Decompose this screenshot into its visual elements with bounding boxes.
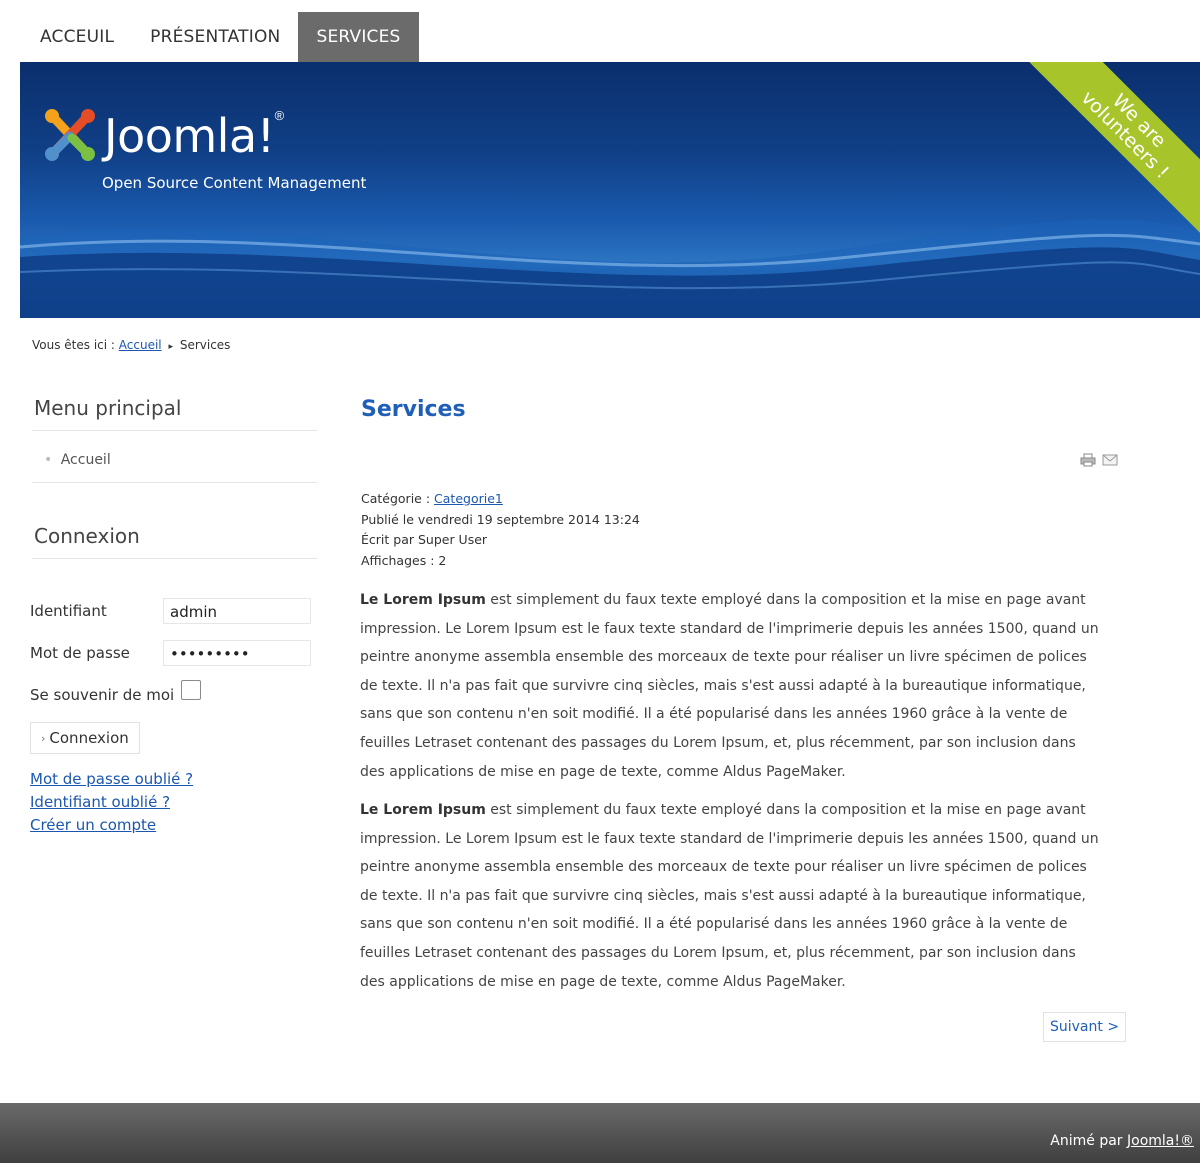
breadcrumb-home-link[interactable]: Accueil xyxy=(119,338,162,352)
create-account-link[interactable]: Créer un compte xyxy=(30,816,156,834)
article-hits: Affichages : 2 xyxy=(361,553,447,568)
article-author: Écrit par Super User xyxy=(361,532,488,547)
next-button[interactable]: Suivant > xyxy=(1043,1012,1127,1042)
connexion-title: Connexion xyxy=(34,524,140,548)
joomla-logo[interactable]: Joomla! ® xyxy=(42,106,284,166)
breadcrumb-prefix: Vous êtes ici : xyxy=(32,338,115,352)
category-label: Catégorie : xyxy=(361,491,431,506)
forgot-username-link[interactable]: Identifiant oublié ? xyxy=(30,793,170,811)
menu-principal-title: Menu principal xyxy=(34,396,182,420)
connexion-divider xyxy=(32,558,317,559)
nav-tab-accueil[interactable]: ACCEUIL xyxy=(22,12,132,62)
sidebar-item-accueil[interactable]: • Accueil xyxy=(44,452,111,468)
bullet-icon: • xyxy=(44,452,53,468)
footer-credit: Animé par Joomla!® xyxy=(1050,1133,1194,1149)
sidebar-item-label: Accueil xyxy=(60,452,111,468)
remember-checkbox[interactable] xyxy=(181,680,201,700)
chevron-right-icon: › xyxy=(41,731,46,745)
article-published: Publié le vendredi 19 septembre 2014 13:… xyxy=(361,512,640,527)
article-category: Catégorie : Categorie1 xyxy=(361,491,503,506)
print-icon[interactable] xyxy=(1080,453,1096,467)
article-paragraph: Le Lorem Ipsum est simplement du faux te… xyxy=(360,586,1100,786)
username-input[interactable]: admin xyxy=(163,598,311,624)
logo-registered: ® xyxy=(274,108,285,123)
menu-item-divider xyxy=(32,482,317,483)
nav-tab-services[interactable]: SERVICES xyxy=(298,12,419,62)
nav-tab-presentation[interactable]: PRÉSENTATION xyxy=(132,12,298,62)
logo-tagline: Open Source Content Management xyxy=(102,174,367,192)
breadcrumb: Vous êtes ici : Accueil ▸ Services xyxy=(32,338,230,352)
paragraph-lead: Le Lorem Ipsum xyxy=(360,802,486,818)
footer-prefix: Animé par xyxy=(1050,1133,1123,1149)
password-label: Mot de passe xyxy=(30,644,130,662)
login-button-label: Connexion xyxy=(49,729,129,747)
article-paragraph: Le Lorem Ipsum est simplement du faux te… xyxy=(360,796,1100,996)
category-link[interactable]: Categorie1 xyxy=(434,491,503,506)
password-input[interactable]: ••••••••• xyxy=(163,640,311,666)
forgot-password-link[interactable]: Mot de passe oublié ? xyxy=(30,770,193,788)
header-banner: Joomla! ® Open Source Content Management… xyxy=(20,62,1200,318)
login-button[interactable]: › Connexion xyxy=(30,722,140,754)
menu-divider xyxy=(32,430,317,431)
footer-joomla-link[interactable]: Joomla!® xyxy=(1127,1133,1194,1149)
paragraph-lead: Le Lorem Ipsum xyxy=(360,592,486,608)
page-title: Services xyxy=(361,397,466,422)
article-tools xyxy=(1080,453,1118,467)
paragraph-text: est simplement du faux texte employé dan… xyxy=(360,592,1099,780)
paragraph-text: est simplement du faux texte employé dan… xyxy=(360,802,1099,990)
footer: Animé par Joomla!® xyxy=(0,1103,1200,1163)
logo-title: Joomla! xyxy=(104,109,275,163)
top-navigation: ACCEUIL PRÉSENTATION SERVICES xyxy=(22,12,419,62)
email-icon[interactable] xyxy=(1102,453,1118,467)
remember-label: Se souvenir de moi xyxy=(30,686,175,704)
breadcrumb-current: Services xyxy=(179,338,231,352)
username-label: Identifiant xyxy=(30,602,107,620)
joomla-logo-icon xyxy=(45,109,95,161)
breadcrumb-separator-icon: ▸ xyxy=(168,342,173,352)
